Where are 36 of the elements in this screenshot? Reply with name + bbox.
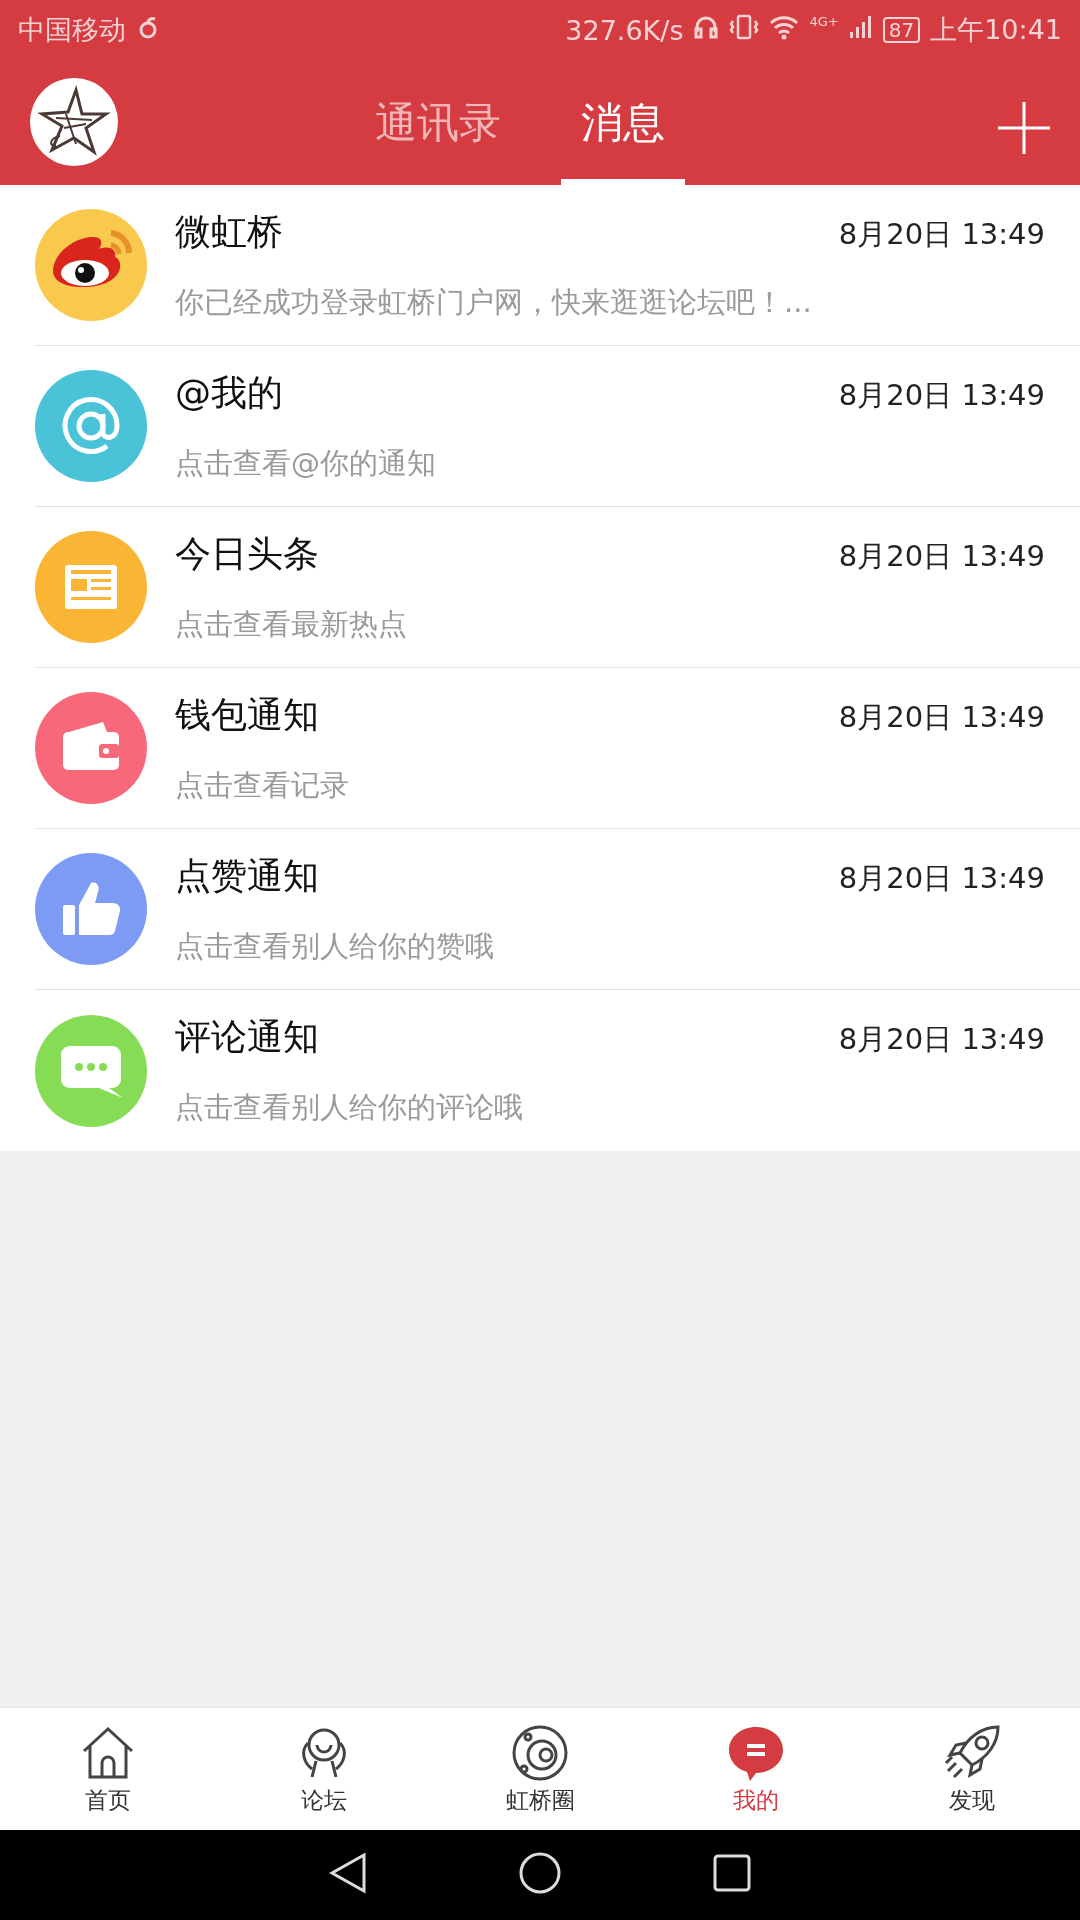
thumbs-up-icon bbox=[35, 853, 147, 965]
at-sign-icon bbox=[35, 370, 147, 482]
nav-tab[interactable]: 我的 bbox=[648, 1708, 864, 1830]
message-title: 评论通知 bbox=[175, 1015, 320, 1059]
message-title: @我的 bbox=[175, 370, 284, 415]
carrier-name: 中国移动 bbox=[18, 13, 126, 47]
message-preview: 点击查看最新热点 bbox=[175, 605, 408, 643]
message-time: 8月20日 13:49 bbox=[838, 1021, 1045, 1058]
message-preview: 点击查看别人给你的赞哦 bbox=[175, 927, 495, 965]
message-title: 今日头条 bbox=[175, 531, 320, 576]
message-time: 8月20日 13:49 bbox=[838, 859, 1045, 897]
message-time: 8月20日 13:49 bbox=[838, 698, 1045, 736]
network-speed: 327.6K/s bbox=[565, 14, 684, 46]
message-preview: 点击查看记录 bbox=[175, 766, 350, 804]
wallet-icon bbox=[35, 692, 147, 804]
message-preview: 你已经成功登录虹桥门户网，快来逛逛论坛吧！... bbox=[175, 283, 813, 321]
nav-tab[interactable]: 论坛 bbox=[216, 1708, 432, 1830]
eye-logo-icon bbox=[35, 209, 147, 321]
chat-bubble-icon bbox=[35, 1014, 147, 1127]
header-tab[interactable]: 消息 bbox=[541, 60, 705, 185]
newspaper-icon bbox=[35, 531, 147, 643]
nav-tab[interactable]: 首页 bbox=[0, 1708, 216, 1830]
nav-tab[interactable]: 虹桥圈 bbox=[432, 1708, 648, 1830]
message-time: 8月20日 13:49 bbox=[838, 376, 1045, 414]
network-type: 4G+ bbox=[809, 14, 839, 29]
message-title: 钱包通知 bbox=[175, 692, 320, 737]
message-preview: 点击查看别人给你的评论哦 bbox=[175, 1089, 524, 1126]
clock-time: 上午10:41 bbox=[930, 13, 1062, 47]
message-title: 点赞通知 bbox=[175, 853, 320, 898]
message-title: 微虹桥 bbox=[175, 209, 284, 254]
nav-tab[interactable]: 发现 bbox=[864, 1708, 1080, 1830]
message-time: 8月20日 13:49 bbox=[838, 537, 1045, 575]
message-time: 8月20日 13:49 bbox=[838, 215, 1045, 253]
battery-level: 87 bbox=[882, 17, 921, 43]
add-icon[interactable] bbox=[996, 100, 1052, 156]
message-preview: 点击查看@你的通知 bbox=[175, 444, 437, 482]
